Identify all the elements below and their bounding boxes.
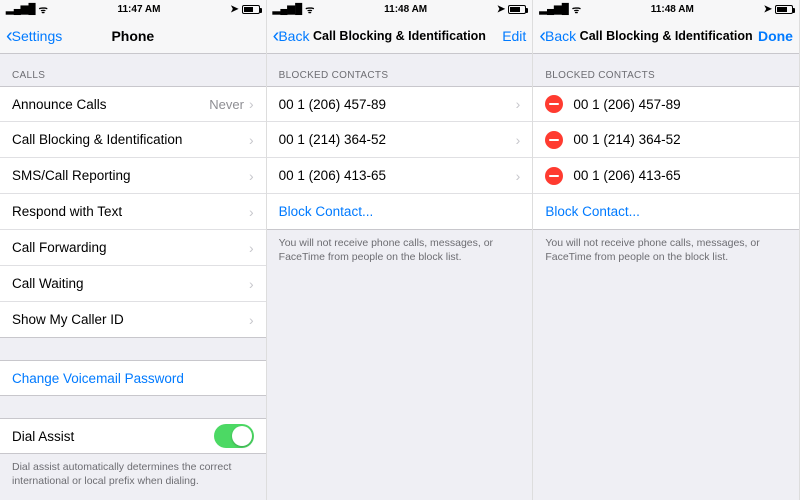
status-left: ▂▄▆█ ᯤ xyxy=(6,2,48,16)
row-sms-reporting[interactable]: SMS/Call Reporting › xyxy=(0,158,266,194)
row-label: Respond with Text xyxy=(12,204,249,219)
chevron-right-icon: › xyxy=(249,168,254,184)
blocked-contact-row[interactable]: 00 1 (214) 364-52 › xyxy=(267,122,533,158)
contact-number: 00 1 (206) 413-65 xyxy=(573,168,787,183)
row-call-waiting[interactable]: Call Waiting › xyxy=(0,266,266,302)
row-label: Call Waiting xyxy=(12,276,249,291)
wifi-icon: ᯤ xyxy=(305,2,314,16)
navbar: ‹ Settings Phone xyxy=(0,18,266,54)
row-label: Block Contact... xyxy=(545,204,787,219)
wifi-icon: ᯤ xyxy=(39,2,48,16)
battery-icon xyxy=(508,5,526,14)
chevron-right-icon: › xyxy=(516,96,521,112)
dial-assist-note: Dial assist automatically determines the… xyxy=(0,454,266,498)
signal-icon: ▂▄▆█ xyxy=(539,4,569,15)
row-call-blocking[interactable]: Call Blocking & Identification › xyxy=(0,122,266,158)
block-contact-button[interactable]: Block Contact... xyxy=(533,194,799,230)
back-button[interactable]: ‹ Back xyxy=(273,26,310,46)
section-header-blocked: BLOCKED CONTACTS xyxy=(267,54,533,86)
row-label: Call Forwarding xyxy=(12,240,249,255)
status-left: ▂▄▆█ ᯤ xyxy=(273,2,315,16)
chevron-right-icon: › xyxy=(249,204,254,220)
screen-blocking-edit: ▂▄▆█ ᯤ 11:48 AM ➤ ‹ Back Call Blocking &… xyxy=(533,0,800,500)
row-label: Announce Calls xyxy=(12,97,209,112)
chevron-right-icon: › xyxy=(249,132,254,148)
status-right: ➤ xyxy=(230,4,259,15)
status-right: ➤ xyxy=(764,4,793,15)
row-caller-id[interactable]: Show My Caller ID › xyxy=(0,302,266,338)
row-label: Call Blocking & Identification xyxy=(12,132,249,147)
chevron-right-icon: › xyxy=(516,168,521,184)
blocked-contact-row: 00 1 (214) 364-52 xyxy=(533,122,799,158)
navbar: ‹ Back Call Blocking & Identification Do… xyxy=(533,18,799,54)
battery-icon xyxy=(775,5,793,14)
back-label: Back xyxy=(278,28,309,44)
location-icon: ➤ xyxy=(764,4,772,15)
status-bar: ▂▄▆█ ᯤ 11:48 AM ➤ xyxy=(533,0,799,18)
row-detail: Never xyxy=(209,97,244,112)
blocked-list: 00 1 (206) 457-89 › 00 1 (214) 364-52 › … xyxy=(267,86,533,230)
row-announce-calls[interactable]: Announce Calls Never › xyxy=(0,86,266,122)
status-time: 11:47 AM xyxy=(48,4,231,15)
back-button[interactable]: ‹ Settings xyxy=(6,26,62,46)
battery-icon xyxy=(242,5,260,14)
chevron-right-icon: › xyxy=(249,96,254,112)
status-left: ▂▄▆█ ᯤ xyxy=(539,2,581,16)
delete-icon[interactable] xyxy=(545,131,563,149)
status-right: ➤ xyxy=(497,4,526,15)
voicemail-list: Change Voicemail Password xyxy=(0,360,266,396)
chevron-right-icon: › xyxy=(249,276,254,292)
status-bar: ▂▄▆█ ᯤ 11:47 AM ➤ xyxy=(0,0,266,18)
row-label: Change Voicemail Password xyxy=(12,371,254,386)
row-label: Dial Assist xyxy=(12,429,214,444)
blocked-contact-row: 00 1 (206) 413-65 xyxy=(533,158,799,194)
calls-list: Announce Calls Never › Call Blocking & I… xyxy=(0,86,266,338)
row-respond-text[interactable]: Respond with Text › xyxy=(0,194,266,230)
navbar: ‹ Back Call Blocking & Identification Ed… xyxy=(267,18,533,54)
screen-phone-settings: ▂▄▆█ ᯤ 11:47 AM ➤ ‹ Settings Phone CALLS… xyxy=(0,0,267,500)
status-time: 11:48 AM xyxy=(581,4,764,15)
contact-number: 00 1 (206) 413-65 xyxy=(279,168,516,183)
location-icon: ➤ xyxy=(497,4,505,15)
wifi-icon: ᯤ xyxy=(572,2,581,16)
row-dial-assist[interactable]: Dial Assist xyxy=(0,418,266,454)
blocked-contact-row[interactable]: 00 1 (206) 413-65 › xyxy=(267,158,533,194)
delete-icon[interactable] xyxy=(545,167,563,185)
location-icon: ➤ xyxy=(230,4,238,15)
row-call-forwarding[interactable]: Call Forwarding › xyxy=(0,230,266,266)
delete-icon[interactable] xyxy=(545,95,563,113)
contact-number: 00 1 (206) 457-89 xyxy=(573,97,787,112)
block-contact-button[interactable]: Block Contact... xyxy=(267,194,533,230)
signal-icon: ▂▄▆█ xyxy=(273,4,303,15)
back-label: Settings xyxy=(12,28,63,44)
chevron-right-icon: › xyxy=(249,312,254,328)
row-label: SMS/Call Reporting xyxy=(12,168,249,183)
blocked-contact-row[interactable]: 00 1 (206) 457-89 › xyxy=(267,86,533,122)
back-button[interactable]: ‹ Back xyxy=(539,26,576,46)
section-header-blocked: BLOCKED CONTACTS xyxy=(533,54,799,86)
blocked-contact-row: 00 1 (206) 457-89 xyxy=(533,86,799,122)
section-header-calls: CALLS xyxy=(0,54,266,86)
blocked-list-edit: 00 1 (206) 457-89 00 1 (214) 364-52 00 1… xyxy=(533,86,799,230)
chevron-right-icon: › xyxy=(516,132,521,148)
row-label: Block Contact... xyxy=(279,204,521,219)
status-bar: ▂▄▆█ ᯤ 11:48 AM ➤ xyxy=(267,0,533,18)
block-footer-note: You will not receive phone calls, messag… xyxy=(267,230,533,274)
dialassist-list: Dial Assist xyxy=(0,418,266,454)
row-change-voicemail-password[interactable]: Change Voicemail Password xyxy=(0,360,266,396)
status-time: 11:48 AM xyxy=(314,4,497,15)
back-label: Back xyxy=(545,28,576,44)
edit-button[interactable]: Edit xyxy=(502,28,526,44)
contact-number: 00 1 (206) 457-89 xyxy=(279,97,516,112)
row-label: Show My Caller ID xyxy=(12,312,249,327)
chevron-right-icon: › xyxy=(249,240,254,256)
dial-assist-toggle[interactable] xyxy=(214,424,254,448)
contact-number: 00 1 (214) 364-52 xyxy=(279,132,516,147)
contact-number: 00 1 (214) 364-52 xyxy=(573,132,787,147)
screen-blocking-view: ▂▄▆█ ᯤ 11:48 AM ➤ ‹ Back Call Blocking &… xyxy=(267,0,534,500)
signal-icon: ▂▄▆█ xyxy=(6,4,36,15)
done-button[interactable]: Done xyxy=(758,28,793,44)
block-footer-note: You will not receive phone calls, messag… xyxy=(533,230,799,274)
